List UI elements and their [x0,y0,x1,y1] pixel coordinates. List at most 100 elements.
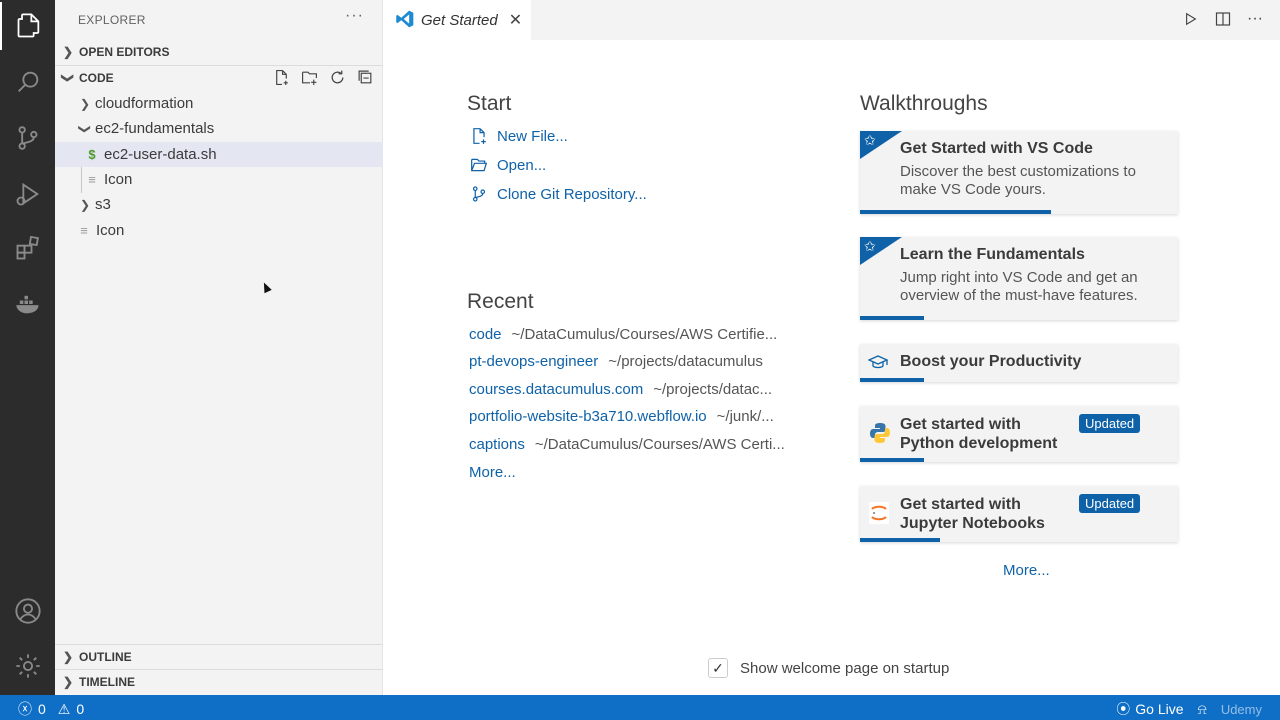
notifications-icon[interactable]: ⍾ [1198,701,1207,718]
walkthroughs-heading: Walkthroughs [860,92,988,115]
timeline-section[interactable]: ❯ TIMELINE [55,670,383,694]
card-progress [860,316,924,320]
status-right: ⦿ Go Live ⍾ Udemy [1116,699,1262,719]
explorer-sidebar: EXPLORER ··· ❯ OPEN EDITORS ❯ CODE ❯ clo… [55,0,383,695]
chevron-down-icon: ❯ [61,72,75,84]
card-title: Learn the Fundamentals [900,246,1085,263]
split-editor-icon[interactable] [1214,10,1232,28]
warning-count: 0 [76,701,85,717]
recent-name[interactable]: portfolio-website-b3a710.webflow.io [469,408,707,425]
warning-icon: ⚠ [57,700,71,717]
vscode-logo-icon [395,9,415,32]
go-live-button[interactable]: ⦿ Go Live [1116,699,1183,719]
recent-item[interactable]: portfolio-website-b3a710.webflow.io ~/jun… [469,408,774,425]
open-editors-section[interactable]: ❯ OPEN EDITORS [55,40,383,64]
more-actions-icon[interactable]: ··· [345,7,364,25]
outline-label: OUTLINE [79,650,132,664]
walkthrough-card-fundamentals[interactable]: ✩ Learn the Fundamentals Jump right into… [860,237,1178,320]
start-item-label: Open... [497,156,547,174]
tree-item-label: s3 [95,196,111,213]
explorer-title: EXPLORER [78,13,146,27]
start-item-label: Clone Git Repository... [497,185,647,203]
tree-file-icon-2[interactable]: ≡ Icon [55,218,383,243]
card-progress [860,210,1051,214]
chevron-right-icon: ❯ [62,650,74,664]
star-icon: ✩ [864,238,876,254]
activity-bar [0,0,55,695]
python-icon [868,421,892,448]
shell-file-icon: $ [88,147,96,162]
card-title: Boost your Productivity [900,353,1082,370]
new-file-link[interactable]: New File... [469,126,568,146]
recent-name[interactable]: courses.datacumulus.com [469,381,643,398]
source-control-icon [469,184,489,204]
tree-folder-s3[interactable]: ❯ s3 [55,192,383,217]
account-icon[interactable] [0,587,55,635]
recent-more-link[interactable]: More... [469,464,516,481]
walkthrough-card-vscode[interactable]: ✩ Get Started with VS Code Discover the … [860,131,1178,214]
new-file-icon [469,126,489,146]
walkthrough-card-jupyter[interactable]: Get started with Jupyter Notebooks Updat… [860,486,1178,542]
updated-badge: Updated [1079,414,1141,433]
clone-git-link[interactable]: Clone Git Repository... [469,184,647,204]
collapse-all-icon[interactable] [356,68,374,86]
tab-get-started[interactable]: Get Started ✕ [383,0,531,40]
card-progress [860,538,940,542]
search-icon[interactable] [0,58,55,106]
startup-checkbox[interactable]: ✓ [708,658,728,678]
tree-folder-ec2-fundamentals[interactable]: ❯ ec2-fundamentals [55,116,383,141]
tree-item-label: Icon [96,222,125,239]
new-file-icon[interactable] [272,68,290,86]
run-debug-icon[interactable] [0,170,55,218]
walkthrough-card-python[interactable]: Get started with Python development Upda… [860,406,1178,462]
recent-path: ~/DataCumulus/Courses/AWS Certifie... [511,326,778,343]
tree-item-label: cloudformation [95,95,194,112]
close-icon[interactable]: ✕ [509,10,522,30]
docker-icon[interactable] [0,280,55,328]
tree-item-label: ec2-user-data.sh [104,146,217,163]
card-title: Get Started with VS Code [900,140,1093,157]
open-editors-label: OPEN EDITORS [79,45,170,59]
extensions-icon[interactable] [0,224,55,272]
files-icon[interactable] [0,2,55,50]
recent-name[interactable]: code [469,326,502,343]
chevron-right-icon: ❯ [62,675,74,689]
start-heading: Start [467,92,512,115]
more-actions-icon[interactable]: ··· [1246,10,1264,28]
recent-name[interactable]: pt-devops-engineer [469,353,598,370]
graduation-cap-icon [867,353,889,374]
walkthrough-card-productivity[interactable]: Boost your Productivity [860,344,1178,382]
text-file-icon: ≡ [80,223,88,238]
tree-folder-cloudformation[interactable]: ❯ cloudformation [55,91,383,116]
tree-file-ec2-user-data[interactable]: $ ec2-user-data.sh [55,142,383,167]
udemy-watermark: Udemy [1220,701,1262,717]
refresh-icon[interactable] [328,68,346,86]
workspace-label: CODE [79,71,114,85]
tree-file-icon-1[interactable]: ≡ Icon [55,167,383,192]
manage-gear-icon[interactable] [0,642,55,690]
walkthroughs-more-link[interactable]: More... [1003,562,1050,579]
broadcast-icon: ⦿ [1116,701,1131,717]
new-folder-icon[interactable] [300,68,318,86]
start-item-label: New File... [497,127,568,145]
recent-item[interactable]: pt-devops-engineer ~/projects/datacumulus [469,353,763,370]
card-description: Discover the best customizations to make… [900,163,1136,198]
source-control-icon[interactable] [0,114,55,162]
card-title: Get started with Python development [900,416,1058,452]
card-progress [860,458,924,462]
recent-item[interactable]: courses.datacumulus.com ~/projects/datac.… [469,381,772,398]
jupyter-icon [868,501,890,528]
run-icon[interactable] [1182,10,1200,28]
show-on-startup[interactable]: ✓ Show welcome page on startup [708,658,949,678]
timeline-label: TIMELINE [79,675,135,689]
recent-item[interactable]: code ~/DataCumulus/Courses/AWS Certifie..… [469,326,777,343]
tree-item-label: Icon [104,171,133,188]
problems-status[interactable]: ⓧ 0 ⚠ 0 [18,699,84,719]
open-link[interactable]: Open... [469,155,546,175]
welcome-page: Start New File... Open... Clone Git Repo… [383,40,1280,695]
recent-name[interactable]: captions [469,436,525,453]
outline-section[interactable]: ❯ OUTLINE [55,645,383,669]
recent-item[interactable]: captions ~/DataCumulus/Courses/AWS Certi.… [469,436,785,453]
folder-open-icon [469,155,489,175]
recent-heading: Recent [467,290,534,313]
